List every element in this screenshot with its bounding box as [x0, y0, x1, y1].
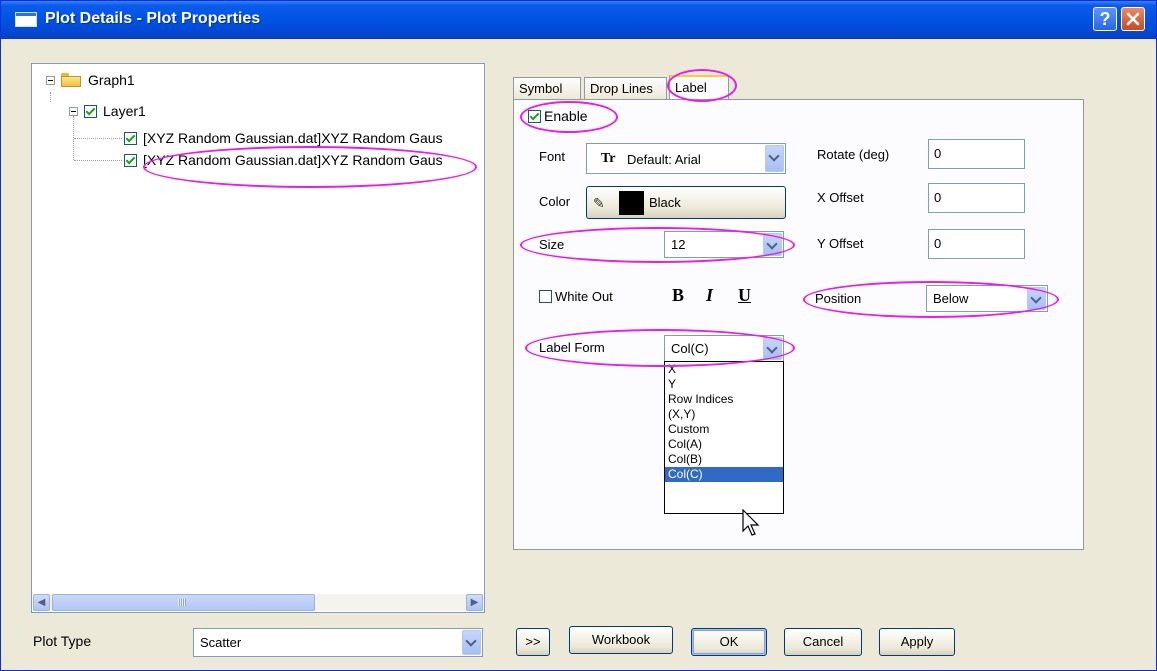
- white-out-label: White Out: [555, 289, 613, 304]
- dropdown-option[interactable]: Custom: [665, 422, 783, 437]
- plot1-checkbox[interactable]: [124, 131, 137, 145]
- y-offset-label: Y Offset: [817, 236, 864, 251]
- x-offset-value: 0: [934, 190, 942, 205]
- expand-button[interactable]: >>: [516, 628, 550, 656]
- dropdown-option[interactable]: Y: [665, 377, 783, 392]
- enable-checkbox-row[interactable]: Enable: [528, 108, 588, 124]
- close-icon: [1126, 12, 1140, 26]
- scroll-thumb[interactable]: [52, 594, 315, 611]
- plot-type-value: Scatter: [200, 635, 242, 650]
- title-bar[interactable]: Plot Details - Plot Properties ?: [1, 1, 1156, 39]
- folder-icon: [61, 73, 81, 87]
- workbook-button[interactable]: Workbook: [569, 626, 673, 654]
- text-style-group: B I U: [670, 283, 760, 313]
- label-form-select[interactable]: Col(C): [664, 335, 784, 362]
- tab-drop-lines[interactable]: Drop Lines: [584, 77, 667, 99]
- cancel-button[interactable]: Cancel: [784, 628, 862, 656]
- tree-node-label: Graph1: [88, 72, 135, 88]
- dropdown-option[interactable]: X: [665, 362, 783, 377]
- rotate-input[interactable]: 0: [928, 139, 1025, 169]
- size-value: 12: [671, 237, 686, 252]
- plot-type-label: Plot Type: [33, 633, 92, 649]
- plot-type-select[interactable]: Scatter: [193, 628, 483, 657]
- tree-node-plot2[interactable]: [XYZ Random Gaussian.dat]XYZ Random Gaus: [124, 150, 443, 170]
- chevron-down-icon[interactable]: [1027, 287, 1046, 310]
- chevron-down-icon[interactable]: [462, 630, 481, 655]
- font-label: Font: [539, 149, 566, 164]
- y-offset-value: 0: [934, 236, 942, 251]
- dropdown-option-selected[interactable]: Col(C): [665, 467, 783, 482]
- ok-button[interactable]: OK: [691, 628, 767, 656]
- layer1-checkbox[interactable]: [84, 104, 97, 118]
- tree-line: [74, 138, 122, 139]
- x-offset-input[interactable]: 0: [928, 183, 1025, 213]
- scroll-right-icon[interactable]: ▶: [466, 594, 483, 611]
- label-form-value: Col(C): [671, 341, 709, 356]
- dropdown-option[interactable]: Row Indices: [665, 392, 783, 407]
- plot-tree[interactable]: Graph1 Layer1 [XYZ Random Gaussian.dat]X…: [31, 63, 485, 613]
- color-button[interactable]: ✎ Black: [586, 186, 786, 219]
- white-out-row[interactable]: White Out: [539, 289, 613, 304]
- tree-node-layer1[interactable]: Layer1: [69, 101, 146, 121]
- size-select[interactable]: 12: [664, 231, 784, 258]
- color-swatch: [619, 191, 644, 215]
- underline-button[interactable]: U: [738, 285, 751, 306]
- italic-button[interactable]: I: [706, 285, 713, 306]
- help-button[interactable]: ?: [1093, 7, 1117, 31]
- dropdown-option[interactable]: Col(A): [665, 437, 783, 452]
- mouse-cursor-icon: [742, 509, 760, 536]
- apply-button[interactable]: Apply: [879, 628, 955, 656]
- tree-node-graph1[interactable]: Graph1: [46, 70, 135, 90]
- font-value: Default: Arial: [627, 152, 701, 167]
- tree-node-label: [XYZ Random Gaussian.dat]XYZ Random Gaus: [143, 152, 443, 168]
- pencil-icon: ✎: [593, 195, 605, 211]
- label-form-label: Label Form: [539, 340, 605, 355]
- chevron-down-icon[interactable]: [763, 233, 782, 256]
- rotate-value: 0: [934, 146, 942, 161]
- white-out-checkbox[interactable]: [539, 290, 552, 303]
- font-select[interactable]: Tr Default: Arial: [586, 143, 786, 174]
- tree-line: [50, 92, 51, 102]
- tab-symbol[interactable]: Symbol: [513, 77, 581, 99]
- truetype-font-icon: Tr: [601, 151, 616, 166]
- window-icon: [15, 12, 37, 27]
- chevron-down-icon[interactable]: [763, 337, 782, 360]
- bold-button[interactable]: B: [672, 285, 684, 306]
- size-label: Size: [539, 237, 565, 252]
- dropdown-option[interactable]: (X,Y): [665, 407, 783, 422]
- x-offset-label: X Offset: [817, 190, 864, 205]
- label-form-dropdown-list[interactable]: X Y Row Indices (X,Y) Custom Col(A) Col(…: [664, 361, 784, 514]
- y-offset-input[interactable]: 0: [928, 229, 1025, 259]
- tree-node-label: Layer1: [103, 103, 146, 119]
- collapse-icon[interactable]: [69, 106, 78, 116]
- chevron-down-icon[interactable]: [765, 145, 784, 172]
- scroll-left-icon[interactable]: ◀: [33, 594, 50, 611]
- tree-node-label: [XYZ Random Gaussian.dat]XYZ Random Gaus: [143, 130, 443, 146]
- window-title: Plot Details - Plot Properties: [45, 10, 261, 27]
- color-value: Black: [649, 195, 681, 210]
- position-value: Below: [933, 291, 969, 306]
- tree-node-plot1[interactable]: [XYZ Random Gaussian.dat]XYZ Random Gaus: [124, 128, 443, 148]
- plot2-checkbox[interactable]: [124, 153, 137, 167]
- horizontal-scrollbar[interactable]: ◀ ▶: [33, 594, 483, 611]
- rotate-label: Rotate (deg): [817, 147, 890, 162]
- tab-label[interactable]: Label: [669, 75, 729, 100]
- position-select[interactable]: Below: [926, 285, 1048, 312]
- color-label: Color: [539, 194, 571, 209]
- position-label: Position: [815, 291, 862, 306]
- close-button[interactable]: [1121, 7, 1145, 31]
- enable-label: Enable: [544, 108, 588, 124]
- plot-details-dialog: Plot Details - Plot Properties ? Graph1 …: [0, 0, 1157, 671]
- dropdown-option[interactable]: Col(B): [665, 452, 783, 467]
- collapse-icon[interactable]: [46, 75, 55, 85]
- tree-line: [74, 160, 122, 161]
- enable-checkbox[interactable]: [528, 109, 541, 123]
